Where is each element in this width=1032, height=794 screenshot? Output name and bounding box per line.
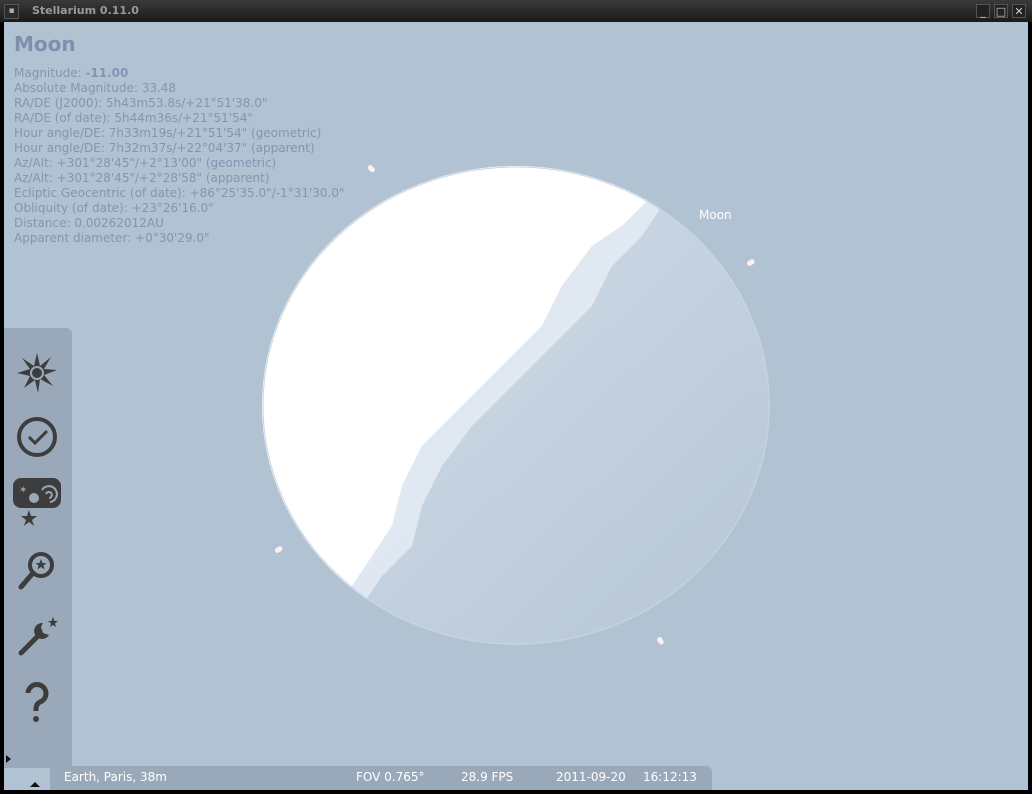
moon-label: Moon [699, 208, 732, 222]
sky-view-window-button[interactable]: ✶ [12, 478, 62, 528]
help-icon [25, 682, 49, 722]
left-toolbar: ✶ [4, 328, 72, 768]
maximize-button[interactable]: □ [994, 4, 1008, 18]
sky-view[interactable]: Moon Magnitude: -11.00 Absolute Magnitud… [4, 22, 1028, 790]
info-line: Absolute Magnitude: 33.48 [14, 81, 177, 95]
sky-view-icon: ✶ [13, 478, 61, 526]
info-line: Hour angle/DE: 7h32m37s/+22°04'37" (appa… [14, 141, 315, 155]
minimize-button[interactable]: _ [976, 4, 990, 18]
object-name: Moon [14, 32, 76, 56]
location-icon [17, 353, 57, 393]
configuration-icon [18, 617, 58, 656]
info-magnitude: Magnitude: -11.00 [14, 66, 345, 81]
bottom-status-bar: Earth, Paris, 38m FOV 0.765° 28.9 FPS 20… [50, 766, 712, 790]
configuration-window-button[interactable] [12, 612, 62, 662]
moon-disk[interactable] [262, 166, 770, 645]
search-icon [18, 552, 54, 590]
selection-marker [274, 546, 283, 553]
status-time: 16:12:13 [643, 770, 697, 784]
toolbar-toggle-arrow-icon[interactable] [6, 755, 11, 763]
search-window-button[interactable] [12, 546, 62, 596]
status-location: Earth, Paris, 38m [64, 770, 167, 784]
svg-text:✶: ✶ [19, 485, 27, 496]
selection-marker [367, 165, 375, 173]
stellarium-window: ▪ Stellarium 0.11.0 _ □ ✕ Moon Magnitude… [0, 0, 1032, 794]
magnitude-value: -11.00 [85, 66, 129, 80]
status-fov: FOV 0.765° [356, 770, 425, 784]
selection-marker [746, 259, 755, 266]
date-time-window-button[interactable] [12, 412, 62, 462]
clock-icon [17, 417, 57, 457]
info-line: Hour angle/DE: 7h33m19s/+21°51'54" (geom… [14, 126, 322, 140]
selection-marker [657, 636, 664, 645]
magnitude-label: Magnitude: [14, 66, 86, 80]
info-line: RA/DE (of date): 5h44m36s/+21°51'54" [14, 111, 253, 125]
help-window-button[interactable] [12, 678, 62, 728]
info-line: RA/DE (J2000): 5h43m53.8s/+21°51'38.0" [14, 96, 268, 110]
status-date: 2011-09-20 [556, 770, 626, 784]
window-title: Stellarium 0.11.0 [32, 4, 139, 17]
location-window-button[interactable] [12, 348, 62, 398]
close-button[interactable]: ✕ [1012, 4, 1026, 18]
bottombar-toggle-arrow-icon[interactable] [30, 782, 40, 787]
title-bar[interactable]: ▪ Stellarium 0.11.0 _ □ ✕ [0, 0, 1032, 23]
status-fps: 28.9 FPS [461, 770, 514, 784]
window-menu-icon[interactable]: ▪ [4, 4, 19, 19]
